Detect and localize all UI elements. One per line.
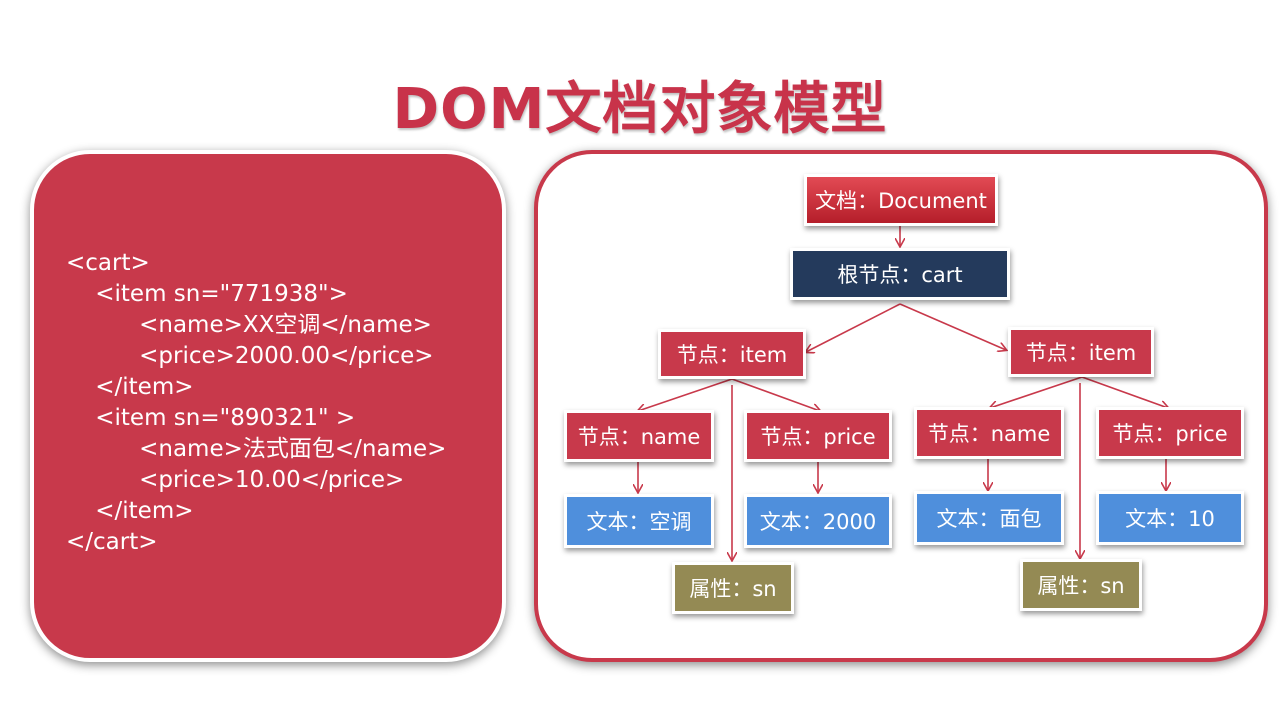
- xml-line: <item sn="890321" >: [66, 405, 356, 431]
- xml-line: </item>: [66, 374, 194, 400]
- xml-line: <price>2000.00</price>: [66, 343, 434, 369]
- xml-line: <name>法式面包</name>: [66, 436, 447, 462]
- node-text-10: 文本：10: [1096, 491, 1244, 545]
- xml-line: </item>: [66, 498, 194, 524]
- node-price-2: 节点：price: [1096, 407, 1244, 459]
- node-item-2: 节点：item: [1008, 327, 1154, 377]
- xml-code-listing: <cart> <item sn="771938"> <name>XX空调</na…: [66, 248, 446, 558]
- node-text-aircon: 文本：空调: [564, 494, 714, 548]
- node-price-1: 节点：price: [744, 410, 892, 462]
- xml-line: </cart>: [66, 529, 158, 555]
- node-attr-sn-2: 属性：sn: [1020, 559, 1142, 611]
- node-text-bread: 文本：面包: [914, 491, 1064, 545]
- node-item-1: 节点：item: [658, 329, 806, 379]
- node-attr-sn-1: 属性：sn: [672, 562, 794, 614]
- dom-tree-panel: [534, 150, 1268, 662]
- node-name-1: 节点：name: [564, 410, 714, 462]
- node-document: 文档：Document: [804, 174, 998, 226]
- xml-line: <item sn="771938">: [66, 281, 348, 307]
- xml-line: <price>10.00</price>: [66, 467, 405, 493]
- xml-line: <cart>: [66, 250, 150, 276]
- xml-line: <name>XX空调</name>: [66, 312, 432, 338]
- slide-title: DOM文档对象模型: [392, 77, 888, 142]
- node-root-cart: 根节点：cart: [790, 248, 1010, 300]
- node-text-2000: 文本：2000: [744, 494, 892, 548]
- node-name-2: 节点：name: [914, 407, 1064, 459]
